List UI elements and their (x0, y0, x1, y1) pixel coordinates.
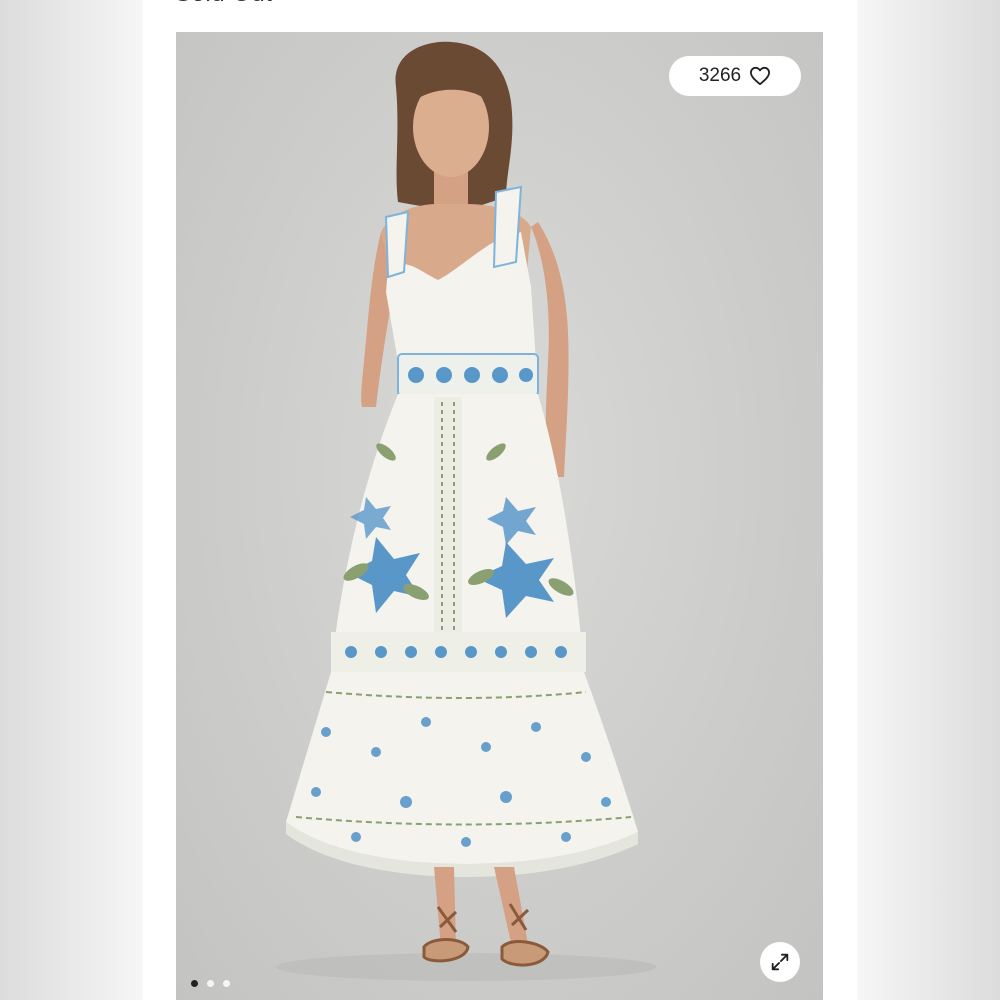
like-button[interactable]: 3266 (669, 56, 801, 96)
sold-out-label: Sold Out (175, 0, 272, 8)
left-backdrop (0, 0, 143, 1000)
expand-icon (771, 953, 789, 971)
expand-button[interactable] (760, 942, 800, 982)
right-backdrop (857, 0, 1000, 1000)
carousel-indicator (191, 980, 230, 987)
dress-photo (276, 41, 656, 981)
heart-icon (750, 66, 771, 86)
listing-card: Sold Out (143, 0, 857, 1000)
carousel-dot-3[interactable] (223, 980, 230, 987)
likes-count: 3266 (698, 65, 742, 86)
carousel-dot-1[interactable] (191, 980, 198, 987)
carousel-dot-2[interactable] (207, 980, 214, 987)
product-image[interactable]: 3266 (176, 32, 823, 1000)
